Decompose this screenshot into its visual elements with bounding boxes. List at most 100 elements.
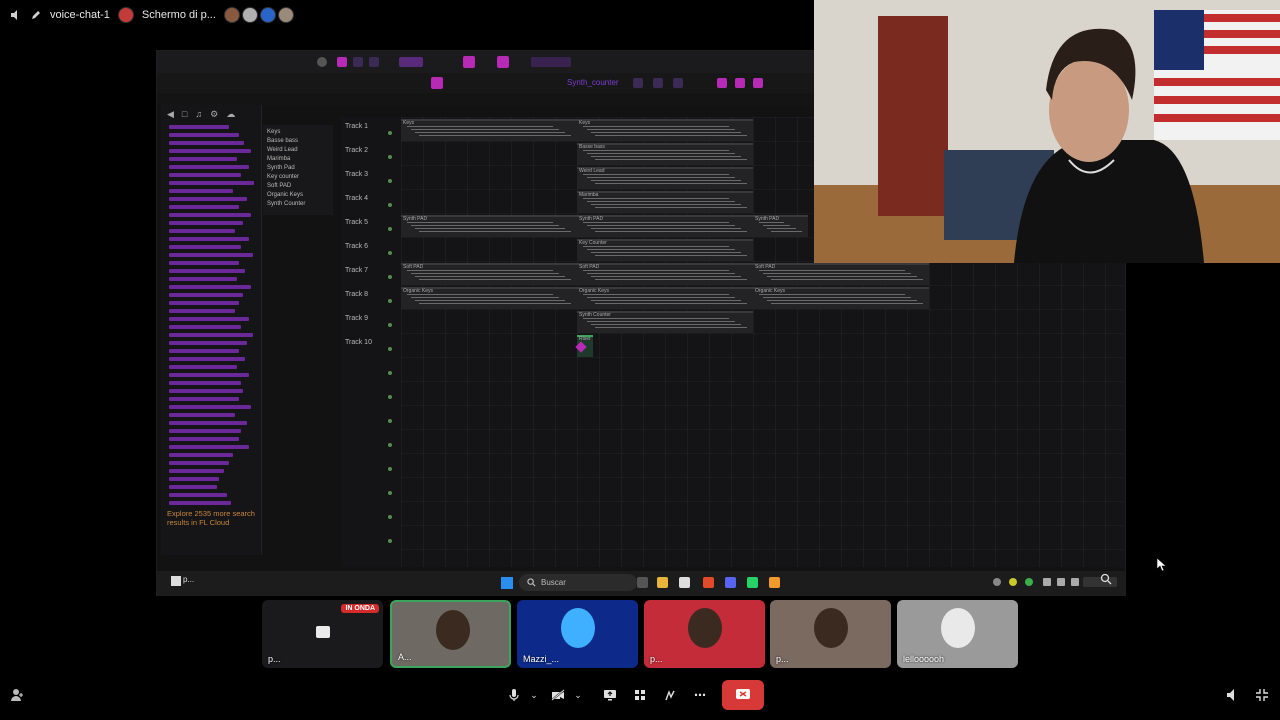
browser-item[interactable] <box>169 397 239 401</box>
browser-item[interactable] <box>169 133 239 137</box>
browser-item[interactable] <box>169 173 241 177</box>
browser-item[interactable] <box>169 373 249 377</box>
browser-item[interactable] <box>169 141 244 145</box>
browser-item[interactable] <box>169 157 237 161</box>
browser-item[interactable] <box>169 445 249 449</box>
browser-item[interactable] <box>169 365 237 369</box>
play-icon[interactable] <box>353 57 363 67</box>
soundboard-icon[interactable] <box>660 685 680 705</box>
pattern-clip[interactable]: Soft PAD <box>577 263 753 285</box>
store-icon[interactable] <box>679 577 690 588</box>
browser-item[interactable] <box>169 389 243 393</box>
track-mute-indicator[interactable] <box>388 227 392 231</box>
tray-app-icon[interactable] <box>1025 578 1033 586</box>
track-mute-indicator[interactable] <box>388 179 392 183</box>
track-mute-indicator[interactable] <box>388 419 392 423</box>
volume-icon[interactable] <box>10 9 22 21</box>
exit-fullscreen-icon[interactable] <box>1255 688 1269 707</box>
track-mute-indicator[interactable] <box>388 131 392 135</box>
tray-chevron-icon[interactable] <box>993 578 1001 586</box>
browser-item[interactable] <box>169 429 241 433</box>
pattern-clip[interactable]: Soft PAD <box>753 263 929 285</box>
track-label[interactable]: Track 7 <box>345 267 368 274</box>
edit-icon[interactable] <box>30 9 42 21</box>
channel-item[interactable]: Synth Counter <box>267 201 305 207</box>
track-mute-indicator[interactable] <box>388 323 392 327</box>
browser-item[interactable] <box>169 413 235 417</box>
browser-item[interactable] <box>169 125 229 129</box>
channel-item[interactable]: Key counter <box>267 174 299 180</box>
pattern-clip[interactable]: Synth PAD <box>577 215 753 237</box>
sound-icon[interactable] <box>1057 578 1065 586</box>
discord-icon[interactable] <box>725 577 736 588</box>
browser-item[interactable] <box>169 333 253 337</box>
browser-item[interactable] <box>169 477 219 481</box>
toolbar-icon[interactable] <box>633 78 643 88</box>
browser-item[interactable] <box>169 213 251 217</box>
track-mute-indicator[interactable] <box>388 155 392 159</box>
stop-icon[interactable] <box>369 57 379 67</box>
browser-item[interactable] <box>169 205 239 209</box>
mixer-icon[interactable] <box>717 78 727 88</box>
track-mute-indicator[interactable] <box>388 299 392 303</box>
browser-item[interactable] <box>169 493 227 497</box>
pattern-clip[interactable]: Weird Lead <box>577 167 753 189</box>
pattern-clip[interactable]: Synth PAD <box>753 215 808 237</box>
tempo-display[interactable] <box>399 57 423 67</box>
browser-item[interactable] <box>169 453 233 457</box>
metronome-icon[interactable] <box>317 57 327 67</box>
pattern-clip[interactable]: Synth Counter <box>577 311 753 333</box>
browser-item[interactable] <box>169 349 239 353</box>
browser-item[interactable] <box>169 357 245 361</box>
chevron-down-icon[interactable]: ⌄ <box>568 685 588 705</box>
file-explorer-icon[interactable] <box>657 577 668 588</box>
track-mute-indicator[interactable] <box>388 515 392 519</box>
speaker-icon[interactable]: ♫ <box>195 109 202 120</box>
tray-app-icon[interactable] <box>1009 578 1017 586</box>
pattern-clip[interactable]: Marimba <box>577 191 753 213</box>
browser-item[interactable] <box>169 341 247 345</box>
browser-item[interactable] <box>169 469 224 473</box>
pattern-clip[interactable]: Basse bass <box>577 143 753 165</box>
browser-item[interactable] <box>169 421 247 425</box>
participant-tile[interactable]: A... <box>390 600 511 668</box>
browser-item[interactable] <box>169 189 233 193</box>
channel-item[interactable]: Synth Pad <box>267 165 295 171</box>
browser-item[interactable] <box>169 149 251 153</box>
streamer-webcam[interactable] <box>814 0 1280 263</box>
track-mute-indicator[interactable] <box>388 491 392 495</box>
channel-item[interactable]: Weird Lead <box>267 147 298 153</box>
network-icon[interactable] <box>1043 578 1051 586</box>
back-icon[interactable]: ◀ <box>167 109 174 120</box>
track-mute-indicator[interactable] <box>388 275 392 279</box>
pattern-clip[interactable]: Organic Keys <box>753 287 929 309</box>
channel-item[interactable]: Organic Keys <box>267 192 303 198</box>
browser-item[interactable] <box>169 245 241 249</box>
track-label[interactable]: Track 2 <box>345 147 368 154</box>
pattern-selector-icon[interactable] <box>431 77 443 89</box>
file-icon[interactable]: □ <box>182 109 187 120</box>
channel-item[interactable]: Basse bass <box>267 138 298 144</box>
pattern-clip[interactable]: Soft PAD <box>401 263 577 285</box>
windows-start-icon[interactable] <box>501 577 513 589</box>
browser-item[interactable] <box>169 501 231 505</box>
camera-off-icon[interactable] <box>548 685 568 705</box>
track-mute-indicator[interactable] <box>388 395 392 399</box>
chevron-down-icon[interactable]: ⌄ <box>524 685 544 705</box>
cloud-icon[interactable]: ☁ <box>226 109 235 120</box>
microphone-icon[interactable] <box>504 685 524 705</box>
track-mute-indicator[interactable] <box>388 443 392 447</box>
explore-more-text[interactable]: Explore 2535 more search results in FL C… <box>167 509 257 527</box>
participant-tile[interactable]: p... IN ONDA <box>262 600 383 668</box>
pattern-icon[interactable] <box>463 56 475 68</box>
browser-item[interactable] <box>169 405 251 409</box>
track-label[interactable]: Track 1 <box>345 123 368 130</box>
pattern-clip[interactable]: Organic Keys <box>577 287 753 309</box>
browser-panel[interactable]: ◀ □ ♫ ⚙ ☁ Explore 2535 more search resul… <box>161 105 262 555</box>
browser-item[interactable] <box>169 461 229 465</box>
start-preview-icon[interactable] <box>171 576 181 586</box>
pattern-clip[interactable]: Keys <box>401 119 577 141</box>
browser-item[interactable] <box>169 437 239 441</box>
browser-item[interactable] <box>169 197 247 201</box>
track-mute-indicator[interactable] <box>388 203 392 207</box>
